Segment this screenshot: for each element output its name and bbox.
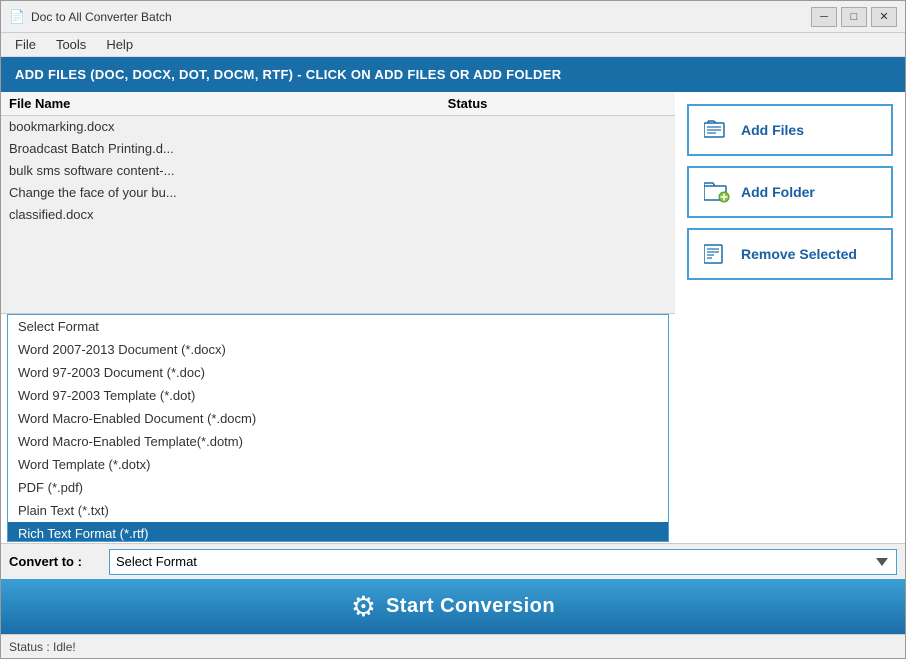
remove-selected-label: Remove Selected	[741, 246, 857, 262]
file-name: bulk sms software content-...	[9, 163, 448, 178]
file-row[interactable]: bulk sms software content-...	[1, 160, 675, 182]
add-folder-label: Add Folder	[741, 184, 815, 200]
title-controls: ─ □ ✕	[811, 7, 897, 27]
convert-to-select[interactable]: Select FormatWord 2007-2013 Document (*.…	[109, 549, 897, 575]
file-name: Change the face of your bu...	[9, 185, 448, 200]
menu-bar: File Tools Help	[1, 33, 905, 57]
file-name: Broadcast Batch Printing.d...	[9, 141, 448, 156]
header-text: ADD FILES (DOC, DOCX, DOT, DOCM, RTF) - …	[15, 67, 561, 82]
file-row[interactable]: Broadcast Batch Printing.d...	[1, 138, 675, 160]
file-list-rows[interactable]: bookmarking.docx Broadcast Batch Printing…	[1, 116, 675, 313]
status-text: Status : Idle!	[9, 640, 76, 654]
minimize-button[interactable]: ─	[811, 7, 837, 27]
dropdown-option[interactable]: Rich Text Format (*.rtf)	[8, 522, 668, 542]
dropdown-option[interactable]: Word 2007-2013 Document (*.docx)	[8, 338, 668, 361]
dropdown-option[interactable]: Word Macro-Enabled Document (*.docm)	[8, 407, 668, 430]
dropdown-option[interactable]: Word Macro-Enabled Template(*.dotm)	[8, 430, 668, 453]
menu-help[interactable]: Help	[96, 35, 143, 54]
convert-row: Convert to : Select FormatWord 2007-2013…	[1, 543, 905, 579]
status-bar: Status : Idle!	[1, 634, 905, 658]
file-area: File Name Status bookmarking.docx Broadca…	[1, 92, 675, 543]
right-panel: Add Files Add Folder	[675, 92, 905, 543]
title-text: Doc to All Converter Batch	[31, 10, 172, 24]
title-left: 📄 Doc to All Converter Batch	[9, 9, 172, 25]
file-row[interactable]: classified.docx	[1, 204, 675, 226]
dropdown-area: Select FormatWord 2007-2013 Document (*.…	[1, 313, 675, 543]
add-files-icon	[703, 119, 731, 141]
remove-selected-button[interactable]: Remove Selected	[687, 228, 893, 280]
dropdown-option[interactable]: Select Format	[8, 315, 668, 338]
menu-tools[interactable]: Tools	[46, 35, 96, 54]
title-bar: 📄 Doc to All Converter Batch ─ □ ✕	[1, 1, 905, 33]
file-status	[448, 185, 667, 200]
file-status	[448, 207, 667, 222]
col-status: Status	[448, 96, 667, 111]
app-window: 📄 Doc to All Converter Batch ─ □ ✕ File …	[1, 1, 905, 658]
file-status	[448, 163, 667, 178]
file-row[interactable]: bookmarking.docx	[1, 116, 675, 138]
col-filename: File Name	[9, 96, 448, 111]
dropdown-option[interactable]: Word 97-2003 Template (*.dot)	[8, 384, 668, 407]
start-conversion-button[interactable]: ⚙ Start Conversion	[1, 579, 905, 634]
dropdown-option[interactable]: Word Template (*.dotx)	[8, 453, 668, 476]
app-icon: 📄	[9, 9, 25, 25]
remove-selected-icon	[703, 243, 731, 265]
content-section: File Name Status bookmarking.docx Broadca…	[1, 92, 905, 543]
dropdown-option[interactable]: Word 97-2003 Document (*.doc)	[8, 361, 668, 384]
file-name: classified.docx	[9, 207, 448, 222]
add-files-button[interactable]: Add Files	[687, 104, 893, 156]
gear-icon: ⚙	[351, 590, 376, 623]
file-status	[448, 141, 667, 156]
dropdown-option[interactable]: PDF (*.pdf)	[8, 476, 668, 499]
menu-file[interactable]: File	[5, 35, 46, 54]
close-button[interactable]: ✕	[871, 7, 897, 27]
header-banner: ADD FILES (DOC, DOCX, DOT, DOCM, RTF) - …	[1, 57, 905, 92]
maximize-button[interactable]: □	[841, 7, 867, 27]
start-conversion-label: Start Conversion	[386, 595, 555, 618]
add-folder-icon	[703, 181, 731, 203]
dropdown-popup: Select FormatWord 2007-2013 Document (*.…	[7, 314, 669, 542]
file-row[interactable]: Change the face of your bu...	[1, 182, 675, 204]
convert-to-label: Convert to :	[9, 554, 99, 569]
dropdown-option[interactable]: Plain Text (*.txt)	[8, 499, 668, 522]
add-files-label: Add Files	[741, 122, 804, 138]
file-list-header: File Name Status	[1, 92, 675, 116]
file-status	[448, 119, 667, 134]
file-name: bookmarking.docx	[9, 119, 448, 134]
add-folder-button[interactable]: Add Folder	[687, 166, 893, 218]
